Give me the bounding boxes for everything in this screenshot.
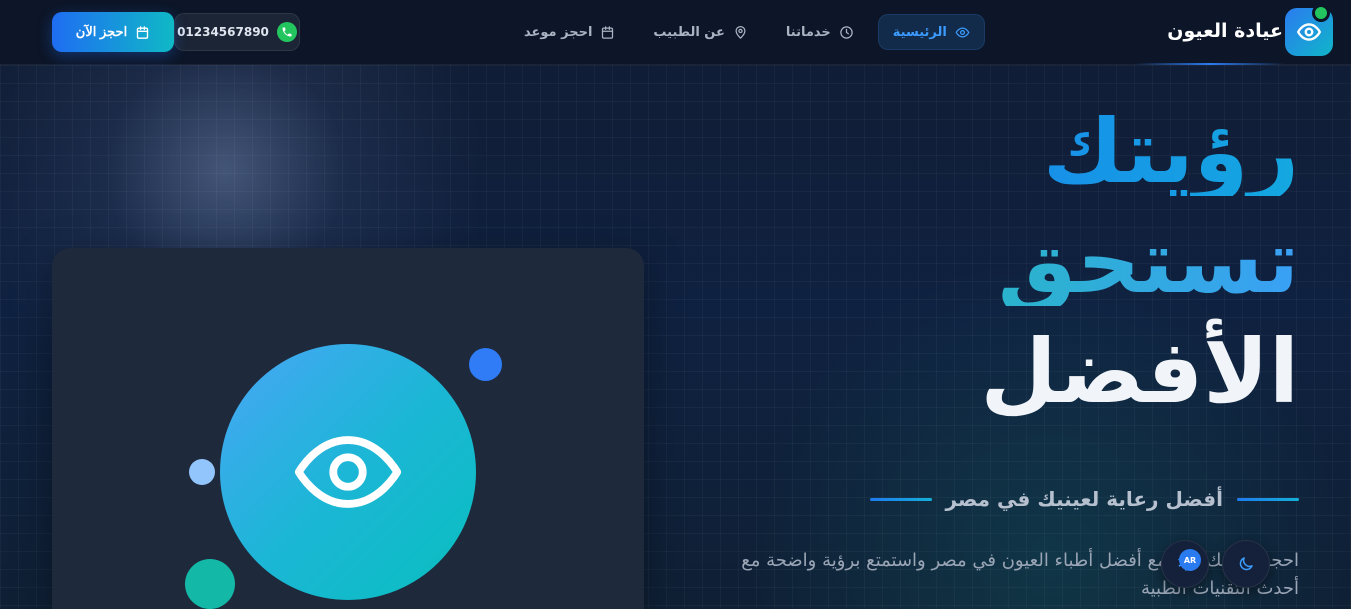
online-status-dot — [1312, 4, 1330, 22]
top-navbar: عيادة العيون الرئيسية خدماتنا عن الطبيب … — [0, 0, 1351, 65]
subtitle-divider-right — [1237, 497, 1299, 501]
hero-line-1: رؤيتك — [679, 108, 1299, 196]
calendar-icon — [137, 25, 149, 39]
moon-icon — [1239, 557, 1253, 571]
hero-line-2: تستحق — [679, 218, 1299, 306]
theme-toggle-button[interactable] — [1222, 540, 1270, 588]
phone-link[interactable]: 01234567890 — [174, 13, 300, 51]
nav-item-label: الرئيسية — [892, 24, 947, 40]
nav-item-label: عن الطبيب — [653, 24, 725, 40]
nav-item-about-doctor[interactable]: عن الطبيب — [639, 14, 761, 50]
book-now-label: احجز الآن — [75, 24, 128, 39]
decorative-dot-teal — [185, 559, 235, 609]
hero-line-3: الأفضل — [980, 320, 1299, 423]
main-navigation: الرئيسية خدماتنا عن الطبيب احجز موعد — [510, 14, 985, 50]
nav-item-label: احجز موعد — [524, 24, 593, 40]
hero-subtitle-row: أفضل رعاية لعينيك في مصر — [859, 482, 1299, 516]
eye-icon — [294, 436, 402, 508]
calendar-icon — [602, 25, 614, 39]
eye-illustration-circle — [220, 344, 476, 600]
decorative-dot-blue — [469, 348, 502, 381]
phone-number: 01234567890 — [177, 25, 269, 39]
eye-icon — [1285, 4, 1333, 56]
eye-icon — [955, 27, 970, 37]
phone-icon — [276, 22, 297, 42]
hero-subtitle: أفضل رعاية لعينيك في مصر — [945, 487, 1223, 511]
decorative-dot-light — [189, 459, 215, 485]
hero-description: احجز كشفك الآن مع أفضل أطباء العيون في م… — [741, 550, 1299, 599]
nav-item-services[interactable]: خدماتنا — [772, 14, 868, 50]
clock-icon — [840, 25, 853, 39]
brand-name: عيادة العيون — [1167, 20, 1283, 42]
nav-item-book-appointment[interactable]: احجز موعد — [510, 14, 629, 50]
hero-heading: رؤيتك تستحق الأفضل — [679, 108, 1299, 416]
language-badge: AR — [1179, 549, 1201, 571]
nav-item-home[interactable]: الرئيسية — [877, 14, 985, 50]
nav-item-label: خدماتنا — [785, 24, 831, 40]
brand-underline — [1135, 63, 1285, 65]
location-pin-icon — [735, 25, 746, 39]
subtitle-divider-left — [869, 497, 932, 501]
book-now-button[interactable]: احجز الآن — [52, 12, 174, 52]
